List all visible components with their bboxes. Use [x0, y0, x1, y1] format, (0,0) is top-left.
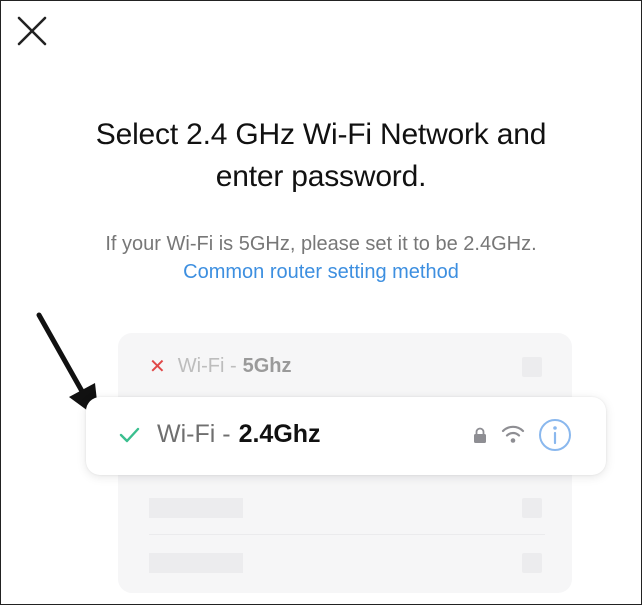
network-row-2-4ghz[interactable]: Wi-Fi -2.4Ghz	[86, 397, 606, 475]
cross-icon: ✕	[149, 355, 166, 378]
router-setting-link[interactable]: Common router setting method	[1, 258, 641, 286]
close-icon[interactable]	[15, 14, 49, 48]
network-2-4ghz-prefix: Wi-Fi -	[157, 420, 231, 448]
info-icon[interactable]	[538, 418, 572, 452]
placeholder-icon	[522, 498, 542, 518]
page-title-line-1: Select 2.4 GHz Wi-Fi Network and	[95, 118, 547, 151]
band-hint-text: If your Wi-Fi is 5GHz, please set it to …	[105, 233, 537, 255]
check-icon	[119, 427, 140, 443]
network-5ghz-band: 5Ghz	[242, 354, 292, 377]
page-title: Select 2.4 GHz Wi-Fi Network and enter p…	[1, 114, 641, 198]
wifi-icon	[501, 425, 525, 443]
wifi-setup-screen: Select 2.4 GHz Wi-Fi Network and enter p…	[0, 0, 642, 605]
network-5ghz-prefix: Wi-Fi -	[177, 354, 237, 377]
placeholder-bar	[149, 553, 243, 573]
network-2-4ghz-band: 2.4Ghz	[238, 420, 321, 448]
network-2-4ghz-label: Wi-Fi -2.4Ghz	[157, 419, 321, 449]
lock-icon	[474, 427, 486, 443]
page-title-line-2: enter password.	[215, 160, 427, 193]
placeholder-bar	[149, 498, 243, 518]
placeholder-icon	[522, 357, 542, 377]
network-row-5ghz: ✕ Wi-Fi - 5Ghz	[149, 349, 549, 383]
divider	[149, 534, 545, 535]
placeholder-icon	[522, 553, 542, 573]
